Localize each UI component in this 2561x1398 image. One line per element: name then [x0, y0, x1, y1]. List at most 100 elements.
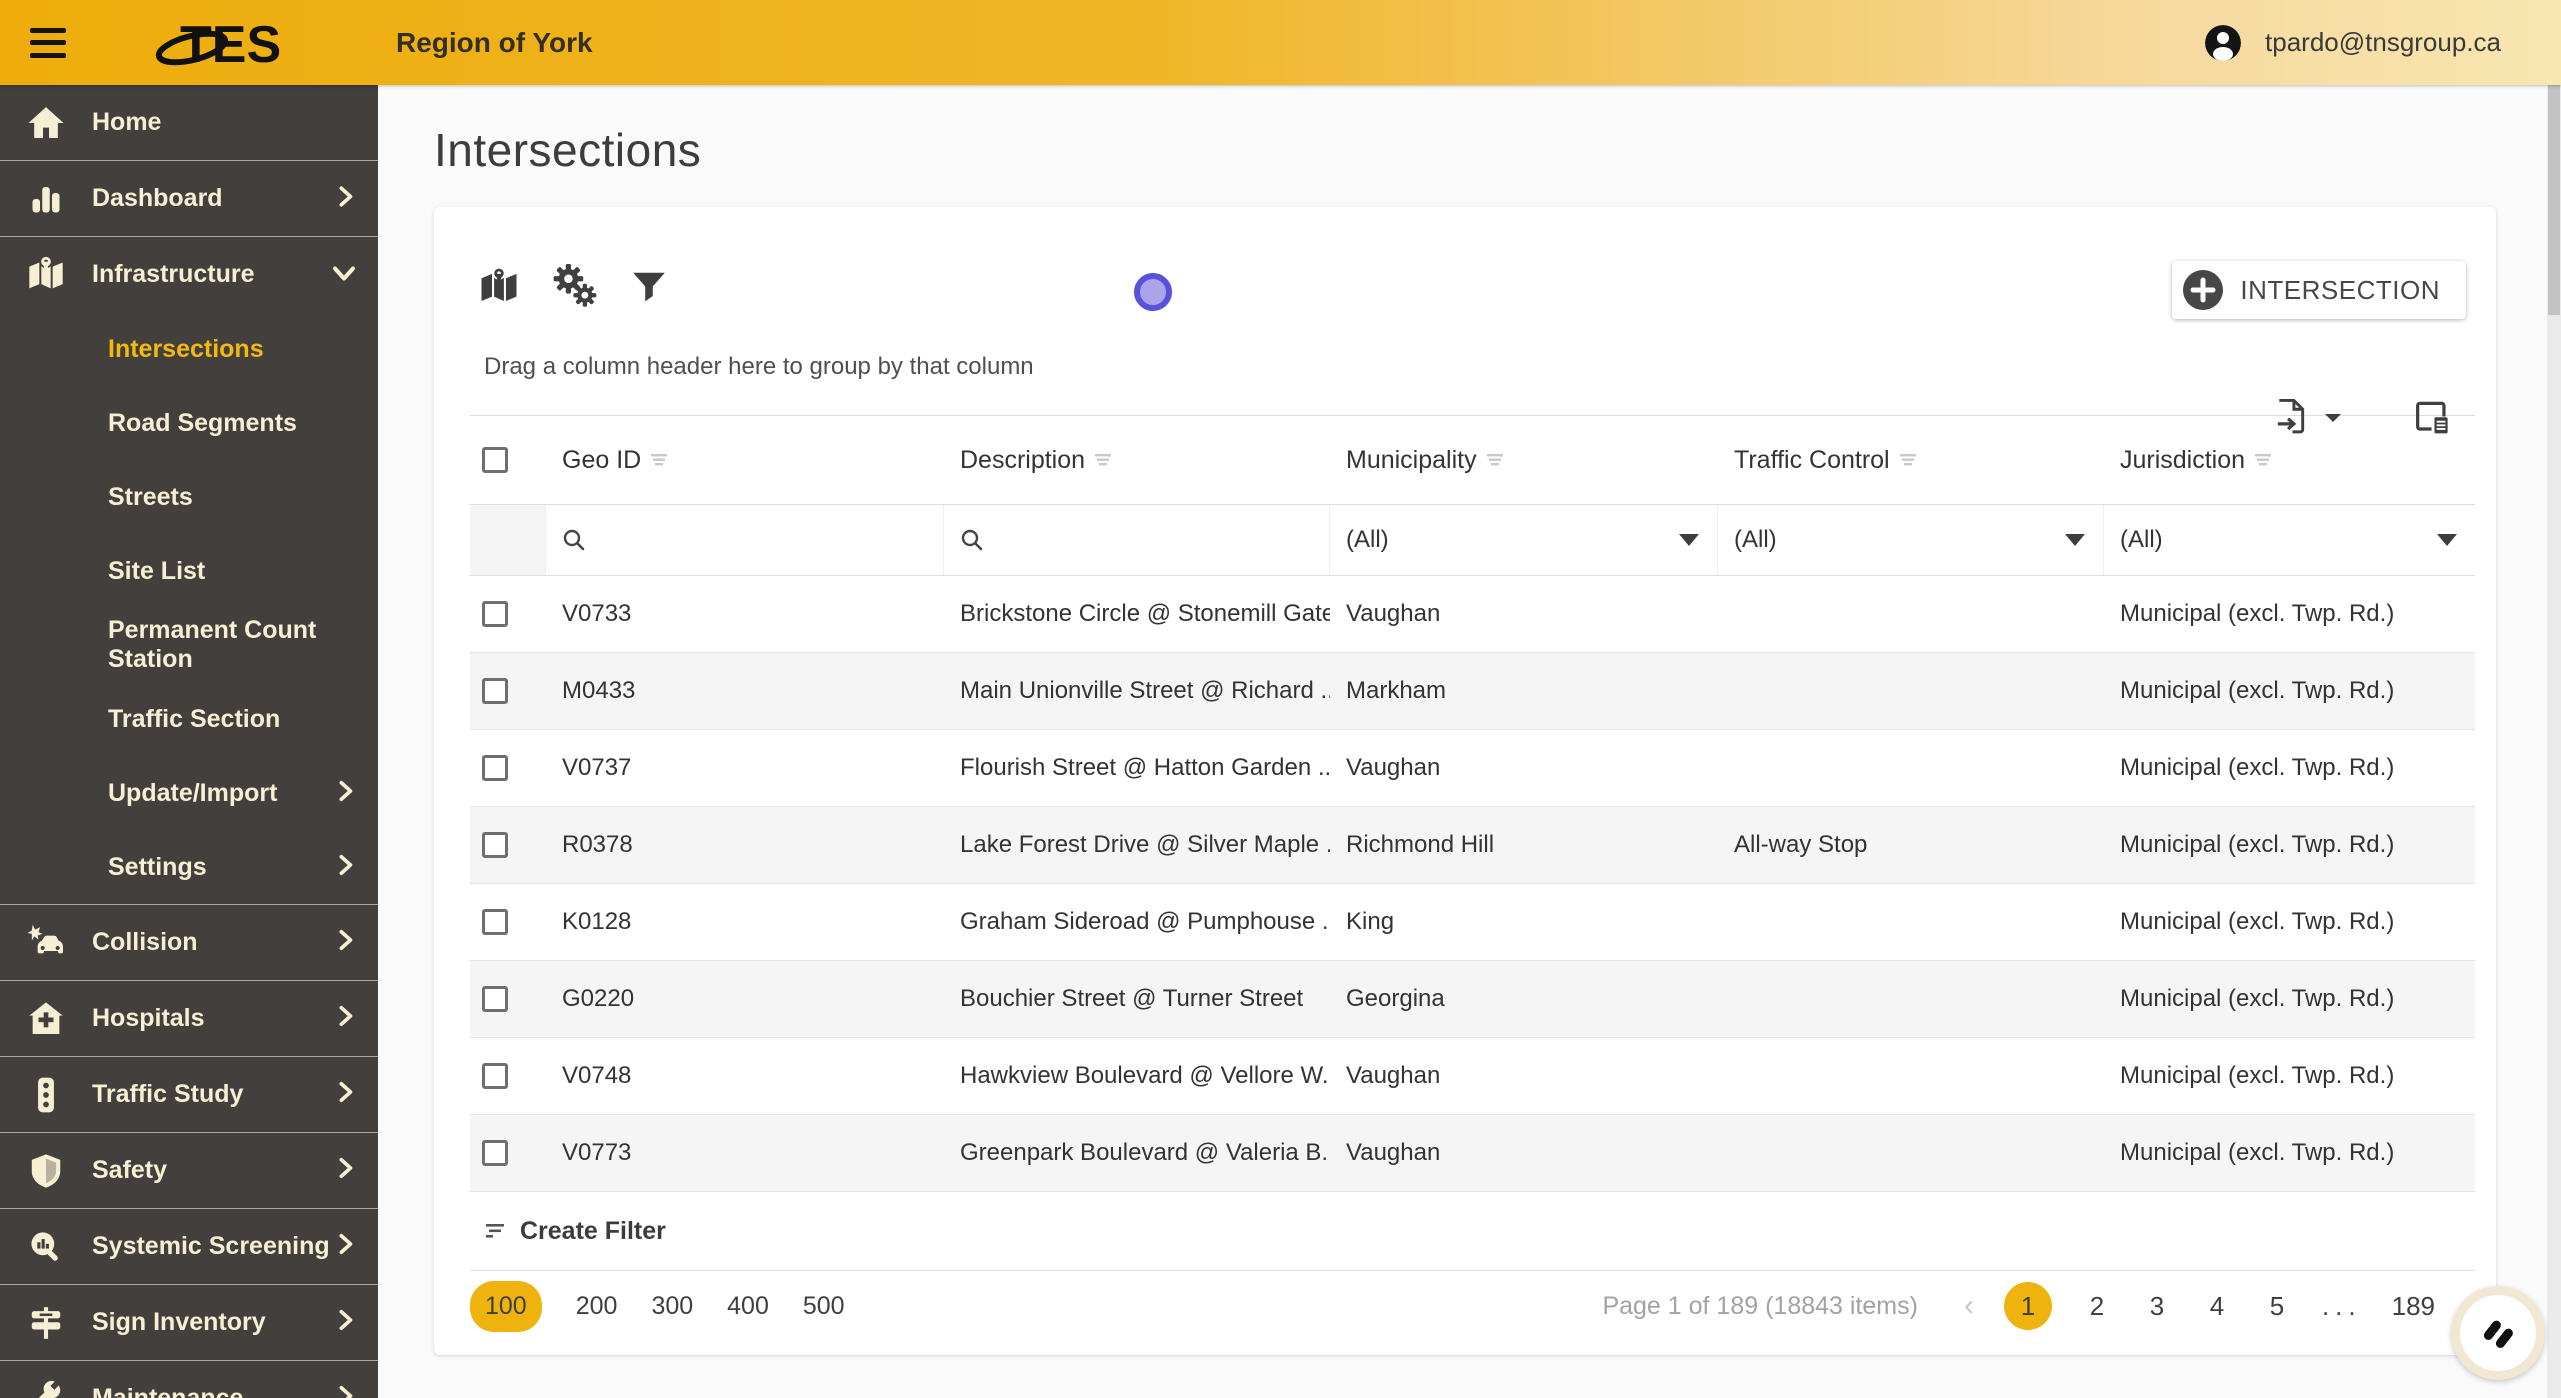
table-row[interactable]: V0737 Flourish Street @ Hatton Garden ..… [470, 730, 2475, 807]
municipality-cell: Vaughan [1346, 754, 1441, 781]
row-checkbox[interactable] [482, 832, 508, 858]
municipality-cell: Vaughan [1346, 1139, 1441, 1166]
page-size-selector: 100 200 300 400 500 [470, 1280, 845, 1332]
page-size-option-100[interactable]: 100 [470, 1280, 542, 1332]
page-size-option-200[interactable]: 200 [576, 1292, 618, 1321]
row-checkbox[interactable] [482, 601, 508, 627]
column-header-geo-id[interactable]: Geo ID [546, 446, 944, 475]
column-header-jurisdiction[interactable]: Jurisdiction [2104, 446, 2475, 475]
sidebar-subitem-traffic-section[interactable]: Traffic Section [0, 682, 378, 756]
sidebar-item-label: Systemic Screening [92, 1232, 330, 1260]
sidebar-item-label: Home [92, 108, 162, 136]
sidebar-subitem-road-segments[interactable]: Road Segments [0, 386, 378, 460]
page-number-4[interactable]: 4 [2202, 1291, 2232, 1322]
row-checkbox[interactable] [482, 755, 508, 781]
table-row[interactable]: V0773 Greenpark Boulevard @ Valeria B...… [470, 1115, 2475, 1192]
scrollbar-thumb[interactable] [2548, 85, 2560, 315]
hospital-icon [24, 999, 68, 1039]
sidebar-item-systemic-screening[interactable]: Systemic Screening [0, 1209, 378, 1284]
traffic-control-filter-dropdown[interactable]: (All) [1718, 505, 2104, 575]
table-row[interactable]: R0378 Lake Forest Drive @ Silver Maple .… [470, 807, 2475, 884]
sidebar-item-dashboard[interactable]: Dashboard [0, 161, 378, 236]
sidebar-item-hospitals[interactable]: Hospitals [0, 981, 378, 1056]
sidebar-subitem-label: Streets [108, 482, 193, 511]
page-number-189[interactable]: 189 [2392, 1291, 2435, 1322]
sidebar-subitem-settings[interactable]: Settings [0, 830, 378, 904]
column-header-traffic-control[interactable]: Traffic Control [1718, 446, 2104, 475]
row-checkbox[interactable] [482, 1140, 508, 1166]
header-filter-icon[interactable] [2255, 453, 2273, 467]
filter-funnel-icon[interactable] [630, 268, 668, 306]
row-checkbox[interactable] [482, 909, 508, 935]
intersections-card: INTERSECTION Drag a column header here t… [434, 207, 2496, 1355]
shield-icon [24, 1152, 68, 1190]
municipality-filter-dropdown[interactable]: (All) [1330, 505, 1718, 575]
dropdown-caret-icon[interactable] [2437, 534, 2457, 546]
row-checkbox[interactable] [482, 678, 508, 704]
filter-checkbox-cell [470, 505, 546, 575]
row-checkbox[interactable] [482, 1063, 508, 1089]
sidebar-item-infrastructure[interactable]: Infrastructure [0, 237, 378, 312]
prev-page-chevron-icon[interactable]: ‹ [1964, 1291, 1974, 1321]
municipality-cell: Markham [1346, 677, 1447, 704]
sidebar-subitem-intersections[interactable]: Intersections [0, 312, 378, 386]
sidebar-item-collision[interactable]: Collision [0, 905, 378, 980]
geo-id-search-input[interactable] [596, 525, 867, 555]
tes-logo[interactable]: TES [154, 12, 304, 74]
column-chooser-icon[interactable] [2414, 399, 2452, 442]
table-row[interactable]: G0220 Bouchier Street @ Turner Street Ge… [470, 961, 2475, 1038]
user-email: tpardo@tnsgroup.ca [2265, 27, 2501, 57]
geo-id-cell: V0737 [562, 754, 632, 781]
sidebar-subitem-streets[interactable]: Streets [0, 460, 378, 534]
page-title: Intersections [434, 124, 702, 176]
page-number-3[interactable]: 3 [2142, 1291, 2172, 1322]
sidebar-item-label: Hospitals [92, 1004, 205, 1032]
export-icon[interactable] [2274, 399, 2308, 442]
sidebar-item-sign-inventory[interactable]: Sign Inventory [0, 1285, 378, 1360]
traffic-control-filter-value: (All) [1734, 526, 1777, 553]
sidebar-item-traffic-study[interactable]: Traffic Study [0, 1057, 378, 1132]
jurisdiction-filter-dropdown[interactable]: (All) [2104, 505, 2475, 575]
main-content: Intersections INTERSECTION Drag a column… [378, 85, 2547, 1398]
table-row[interactable]: M0433 Main Unionville Street @ Richard .… [470, 653, 2475, 730]
sidebar-item-maintenance[interactable]: Maintenance [0, 1361, 378, 1398]
assistant-widget-button[interactable] [2451, 1286, 2545, 1380]
description-cell: Bouchier Street @ Turner Street [960, 985, 1304, 1012]
header-filter-icon[interactable] [651, 453, 669, 467]
add-intersection-button[interactable]: INTERSECTION [2172, 261, 2466, 319]
table-row[interactable]: V0748 Hawkview Boulevard @ Vellore W... … [470, 1038, 2475, 1115]
dropdown-caret-icon[interactable] [1679, 534, 1699, 546]
header-filter-icon[interactable] [1486, 453, 1505, 467]
sidebar-subitem-permanent-count-station[interactable]: Permanent Count Station [0, 608, 378, 682]
description-search-input[interactable] [994, 525, 1257, 555]
row-checkbox[interactable] [482, 986, 508, 1012]
page-number-5[interactable]: 5 [2262, 1291, 2292, 1322]
select-all-checkbox[interactable] [482, 447, 508, 473]
sidebar-item-safety[interactable]: Safety [0, 1133, 378, 1208]
sidebar-item-home[interactable]: Home [0, 85, 378, 160]
page-number-2[interactable]: 2 [2082, 1291, 2112, 1322]
column-header-municipality[interactable]: Municipality [1330, 446, 1718, 475]
table-row[interactable]: V0733 Brickstone Circle @ Stonemill Gate… [470, 576, 2475, 653]
hamburger-menu-icon[interactable] [30, 27, 66, 58]
geo-id-cell: G0220 [562, 985, 635, 1012]
header-filter-icon[interactable] [1899, 453, 1918, 467]
dropdown-caret-icon[interactable] [2065, 534, 2085, 546]
user-avatar-icon[interactable] [2205, 24, 2242, 61]
page-size-option-500[interactable]: 500 [803, 1292, 845, 1321]
pagination-bar: 100 200 300 400 500 Page 1 of 189 (18843… [470, 1271, 2475, 1341]
page-size-option-400[interactable]: 400 [727, 1292, 769, 1321]
table-row[interactable]: K0128 Graham Sideroad @ Pumphouse ... Ki… [470, 884, 2475, 961]
page-number-1[interactable]: 1 [2003, 1282, 2052, 1330]
export-dropdown-caret[interactable] [2322, 411, 2344, 430]
collision-icon [24, 923, 68, 963]
sidebar-subitem-update-import[interactable]: Update/Import [0, 756, 378, 830]
page-size-option-300[interactable]: 300 [651, 1292, 693, 1321]
map-view-icon[interactable] [478, 266, 520, 308]
grid-settings-gears-icon[interactable] [550, 264, 600, 310]
create-filter-button[interactable]: Create Filter [470, 1192, 2475, 1271]
sidebar-item-label: Traffic Study [92, 1080, 244, 1108]
sidebar-subitem-site-list[interactable]: Site List [0, 534, 378, 608]
header-filter-icon[interactable] [1095, 453, 1113, 467]
column-header-description[interactable]: Description [944, 446, 1330, 475]
